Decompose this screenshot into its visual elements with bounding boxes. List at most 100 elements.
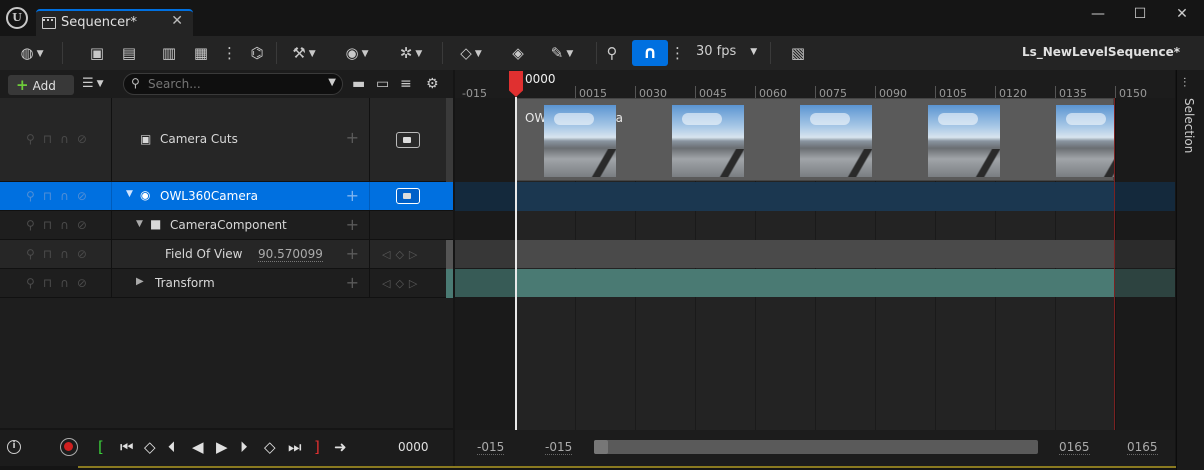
world-icon[interactable]: ◍ ▼ xyxy=(12,41,52,65)
camera-cut-section[interactable]: OWL360Camera xyxy=(516,98,1114,181)
record-button[interactable] xyxy=(60,438,78,456)
track-name-cell: ▼ ■ CameraComponent + xyxy=(112,211,370,239)
camera-cuts-icon: ▣ xyxy=(140,132,152,146)
step-forward-icon[interactable]: ⏵ xyxy=(240,438,248,456)
add-icon[interactable]: + xyxy=(346,215,359,234)
track-toggle-icons[interactable]: ⚲⊓∩⊘ xyxy=(26,247,95,261)
step-back-icon[interactable]: ⏴ xyxy=(168,438,176,456)
tab-close-icon[interactable]: ✕ xyxy=(171,13,183,29)
track-toggle-icons[interactable]: ⚲⊓∩⊘ xyxy=(26,276,95,290)
jump-to-end-icon[interactable]: ⏭ xyxy=(288,438,302,456)
sequence-name[interactable]: Ls_NewLevelSequence* xyxy=(1022,45,1180,59)
close-window-button[interactable]: ✕ xyxy=(1172,6,1192,22)
field-of-view-value[interactable]: 90.570099 xyxy=(258,247,323,262)
track-row-field-of-view[interactable]: ⚲⊓∩⊘ Field Of View 90.570099 + ◁◇▷ xyxy=(0,240,453,269)
save-icon[interactable]: ▣ xyxy=(86,41,108,65)
working-end-field[interactable]: 0165 xyxy=(1059,440,1090,455)
expand-arrow-icon[interactable]: ▶ xyxy=(136,276,144,287)
key-navigation-icons[interactable]: ◁◇▷ xyxy=(382,277,422,290)
track-name-cell: ▣ Camera Cuts + xyxy=(112,98,370,181)
jump-to-start-icon[interactable]: ⏮ xyxy=(120,438,134,456)
chevron-down-icon[interactable]: ▼ xyxy=(328,77,336,88)
set-start-icon[interactable]: [ xyxy=(98,438,104,456)
track-toggle-icons[interactable]: ⚲⊓∩⊘ xyxy=(26,132,95,146)
status-line xyxy=(78,466,1176,468)
view-icon[interactable]: ◉ ▼ xyxy=(338,41,376,65)
time-ruler[interactable]: -015 0015 0030 0045 0060 0075 0090 0105 … xyxy=(455,70,1175,100)
gear-icon[interactable]: ⚙ xyxy=(426,76,439,92)
key-navigation-icons[interactable]: ◁◇▷ xyxy=(382,248,422,261)
play-reverse-icon[interactable]: ◀ xyxy=(192,438,204,456)
frame-rate-selector[interactable]: 30 fps ▼ xyxy=(696,44,757,59)
tree-scrollbar[interactable] xyxy=(446,98,453,182)
field-of-view-lane[interactable] xyxy=(455,240,1175,268)
track-row-transform[interactable]: ⚲⊓∩⊘ ▶ Transform + ◁◇▷ xyxy=(0,269,453,298)
next-key-icon[interactable]: ◇ xyxy=(264,438,276,456)
tab-sequencer[interactable]: Sequencer* ✕ xyxy=(36,9,193,36)
marker-icon[interactable]: ⚲ xyxy=(604,41,620,65)
selection-tab[interactable]: Selection xyxy=(1182,98,1196,153)
track-key-cell: ◁◇▷ xyxy=(370,240,446,268)
timeline-scrollbar[interactable] xyxy=(594,440,1038,454)
search-input[interactable] xyxy=(148,76,328,92)
camera-lock-icon[interactable] xyxy=(396,132,420,148)
snap-options-icon[interactable]: ⋮ xyxy=(670,41,685,65)
loop-icon[interactable]: ➜ xyxy=(334,438,347,456)
info-icon[interactable]: i xyxy=(7,440,21,454)
track-toggle-icons[interactable]: ⚲⊓∩⊘ xyxy=(26,218,95,232)
add-track-button[interactable]: + Add xyxy=(8,75,74,95)
add-icon[interactable]: + xyxy=(346,273,359,292)
key-icon[interactable]: ◇ ▼ xyxy=(452,41,490,65)
transform-lane[interactable] xyxy=(455,269,1115,297)
camera-thumbnail xyxy=(672,105,744,177)
track-label: OWL360Camera xyxy=(160,189,258,203)
expand-arrow-icon[interactable]: ▼ xyxy=(126,189,133,199)
view-start-field[interactable]: -015 xyxy=(477,440,505,455)
list-view-icon[interactable]: ≡ xyxy=(400,76,412,92)
auto-key-icon[interactable]: ◈ xyxy=(506,41,530,65)
camera-lock-icon[interactable] xyxy=(396,188,420,204)
curve-editor-icon[interactable]: ▧ xyxy=(786,41,810,65)
tools-icon[interactable]: ⚒ ▼ xyxy=(286,41,322,65)
track-label: Transform xyxy=(155,276,215,290)
track-label: Field Of View xyxy=(165,247,243,261)
add-icon[interactable]: + xyxy=(346,186,359,205)
track-row-owl360camera[interactable]: ⚲⊓∩⊘ ▼ ◉ OWL360Camera + xyxy=(0,182,453,211)
track-row-cameracomponent[interactable]: ⚲⊓∩⊘ ▼ ■ CameraComponent + xyxy=(0,211,453,240)
maximize-button[interactable]: ☐ xyxy=(1130,6,1150,22)
minimize-button[interactable]: — xyxy=(1088,6,1108,22)
expand-arrow-icon[interactable]: ▼ xyxy=(136,219,143,229)
previous-key-icon[interactable]: ◇ xyxy=(144,438,156,456)
frame-rate-label: 30 fps xyxy=(696,44,737,59)
play-icon[interactable]: ▶ xyxy=(216,438,228,456)
sliders-icon[interactable]: ⫶ xyxy=(1183,76,1186,91)
clapper-icon[interactable]: ▦ xyxy=(190,41,212,65)
track-row-camera-cuts[interactable]: ⚲⊓∩⊘ ▣ Camera Cuts + xyxy=(0,98,453,182)
set-end-icon[interactable]: ] xyxy=(314,438,320,456)
snap-icon[interactable]: ∩ xyxy=(632,40,668,66)
unreal-logo-icon[interactable]: U xyxy=(6,7,28,29)
actor-icon: ◉ xyxy=(140,188,151,202)
search-box[interactable]: ⚲ ▼ xyxy=(123,73,343,95)
view-end-field[interactable]: 0165 xyxy=(1127,440,1158,455)
scrollbar-handle[interactable] xyxy=(594,440,608,454)
working-start-field[interactable]: -015 xyxy=(545,440,573,455)
track-toggle-icons[interactable]: ⚲⊓∩⊘ xyxy=(26,189,95,203)
more-icon[interactable]: ⋮ xyxy=(222,41,237,65)
current-time[interactable]: 0000 xyxy=(398,440,429,454)
filter-icon[interactable]: ☰ ▼ xyxy=(82,76,104,91)
add-icon[interactable]: + xyxy=(346,244,359,263)
track-controls: ⚲⊓∩⊘ xyxy=(16,269,112,297)
add-icon[interactable]: + xyxy=(346,128,359,147)
playback-icon[interactable]: ✲ ▼ xyxy=(392,41,430,65)
render-movie-icon[interactable]: ▥ xyxy=(158,41,180,65)
title-bar: U Sequencer* ✕ — ☐ ✕ xyxy=(0,0,1204,36)
edit-icon[interactable]: ✎ ▼ xyxy=(542,41,582,65)
collapse-all-icon[interactable]: ▬ xyxy=(352,76,365,92)
owl360camera-lane[interactable] xyxy=(455,182,1175,211)
track-controls: ⚲⊓∩⊘ xyxy=(16,182,112,210)
curve-icon[interactable]: ⌬ xyxy=(244,41,270,65)
expand-icon[interactable]: ▭ xyxy=(376,76,389,92)
toolbar-divider xyxy=(596,42,597,64)
find-icon[interactable]: ▤ xyxy=(116,41,142,65)
